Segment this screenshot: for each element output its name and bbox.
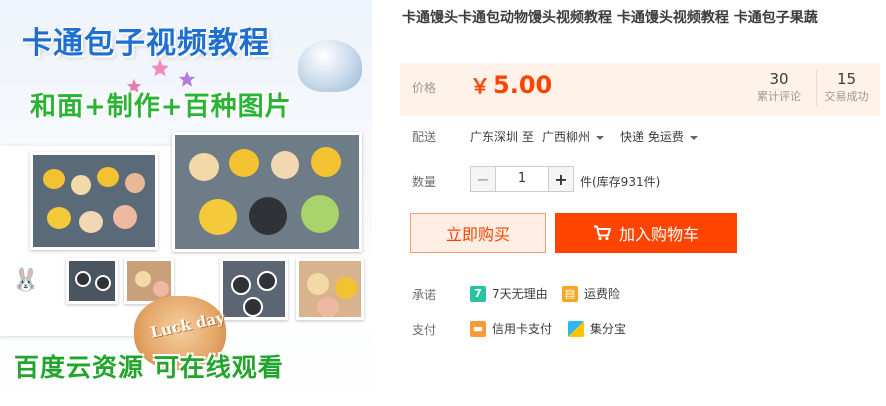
quantity-label: 数量 <box>412 175 437 189</box>
add-to-cart-label: 加入购物车 <box>618 225 699 244</box>
seven-day-return-icon: 7 <box>470 285 486 302</box>
price-amount: 5.00 <box>493 71 553 99</box>
chevron-down-icon <box>596 135 605 140</box>
meringue-decoration <box>298 40 362 92</box>
promise-7day-label: 7天无理由 <box>492 287 548 301</box>
shipping-insurance-icon: ▤ <box>562 285 578 302</box>
shipping-label: 配送 <box>412 130 437 144</box>
deal-count-label: 交易成功 <box>824 90 869 103</box>
credit-card-icon: ▬ <box>470 320 486 337</box>
quantity-decrease-button[interactable]: − <box>470 166 496 192</box>
add-to-cart-button[interactable]: 加入购物车 <box>555 213 737 253</box>
payment-jifenbao[interactable]: 集分宝 <box>568 320 626 337</box>
bun-photo <box>220 258 288 320</box>
image-headline: 卡通包子视频教程 <box>22 26 270 61</box>
quantity-input[interactable]: 1 <box>496 166 548 192</box>
cart-icon <box>593 225 611 241</box>
payment-jifenbao-label: 集分宝 <box>590 322 627 336</box>
payment-credit-card[interactable]: ▬ 信用卡支付 <box>470 320 552 337</box>
bun-photo <box>172 132 362 252</box>
bun-photo <box>66 258 118 304</box>
jifenbao-icon <box>568 320 584 337</box>
bun-photo <box>296 258 364 320</box>
promise-label: 承诺 <box>412 288 437 302</box>
review-count-label: 累计评论 <box>757 90 801 103</box>
promise-insurance-label: 运费险 <box>584 287 621 301</box>
image-subheadline: 和面+制作+百种图片 <box>30 92 292 122</box>
product-main-image[interactable]: 🐰 Luck day 卡通包子视频教程 和面+制作+百种图片 百度云资源 可在线… <box>0 0 372 406</box>
price-label: 价格 <box>412 81 437 95</box>
payment-label: 支付 <box>412 323 437 337</box>
promise-7day[interactable]: 7 7天无理由 <box>470 285 548 302</box>
deal-count: 15 <box>836 70 857 88</box>
review-count-stat[interactable]: 30 累计评论 <box>750 70 808 106</box>
chevron-down-icon <box>689 135 698 140</box>
payment-credit-card-label: 信用卡支付 <box>492 322 553 336</box>
promise-shipping-insurance[interactable]: ▤ 运费险 <box>562 285 620 302</box>
bunny-icon: 🐰 <box>12 268 40 293</box>
deal-count-stat: 15 交易成功 <box>816 70 876 106</box>
quantity-increase-button[interactable]: + <box>548 166 574 192</box>
buy-now-button[interactable]: 立即购买 <box>410 213 546 253</box>
stock-text: 件(库存931件) <box>580 175 661 189</box>
bun-photo <box>30 152 158 250</box>
ship-method-select[interactable]: 快递 免运费 <box>620 128 698 145</box>
ship-to-value: 广西柳州 <box>542 130 591 144</box>
product-title: 卡通馒头卡通包动物馒头视频教程 卡通馒头视频教程 卡通包子果蔬 <box>402 10 818 26</box>
currency-symbol: ￥ <box>470 74 490 98</box>
review-count: 30 <box>769 70 789 88</box>
ship-to-select[interactable]: 广西柳州 <box>542 128 605 145</box>
price-value: ￥ 5.00 <box>470 70 552 99</box>
quantity-stepper: − 1 + <box>470 166 574 192</box>
ship-method-value: 快递 免运费 <box>620 130 684 144</box>
ship-from: 广东深圳 至 <box>470 130 534 144</box>
image-footer-banner: 百度云资源 可在线观看 <box>14 353 284 382</box>
